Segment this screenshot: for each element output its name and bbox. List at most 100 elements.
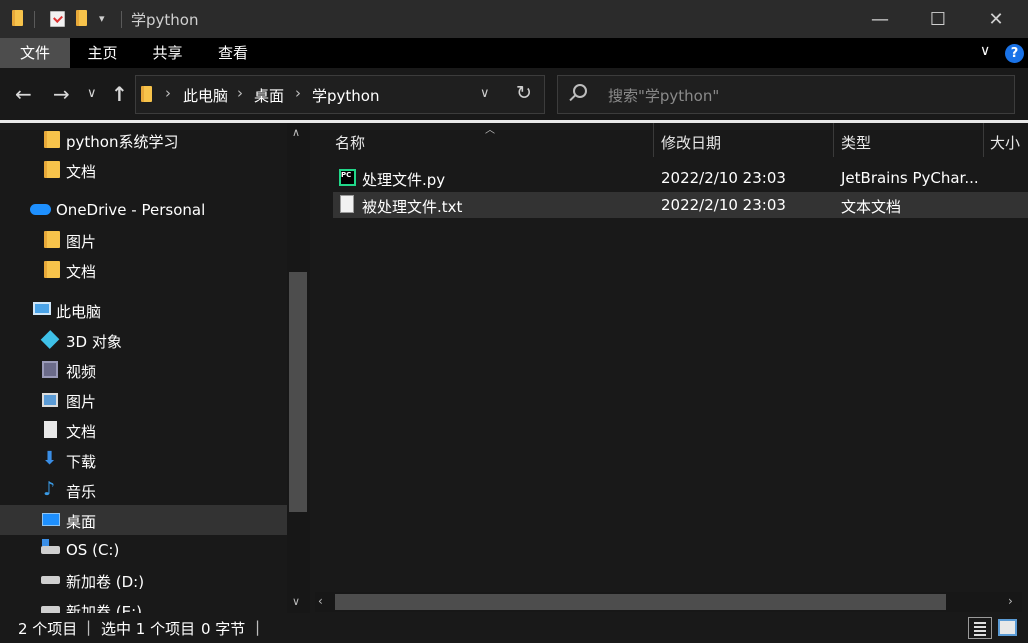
nav-item-drive-d[interactable]: 新加卷 (D:) [0,565,287,595]
large-icons-view-icon[interactable] [998,619,1017,636]
nav-label: 图片 [66,233,97,251]
nav-label: 图片 [66,393,97,411]
file-type: JetBrains PyChar... [841,169,979,187]
window-title: 学python [131,11,199,29]
refresh-icon[interactable]: ↻ [516,82,532,104]
scroll-up-icon[interactable]: ∧ [292,126,300,139]
music-icon: ♪ [43,478,56,500]
download-icon: ⬇ [42,448,58,469]
ribbon-tabs: 文件 主页 共享 查看 [0,38,1028,68]
maximize-button[interactable]: ☐ [908,0,968,38]
back-arrow-icon[interactable]: ← [15,82,32,106]
sort-indicator-icon: ︿ [485,125,495,136]
nav-item-documents[interactable]: 文档 [0,415,287,445]
folder-icon [44,261,60,278]
nav-label: 文档 [66,163,97,181]
file-modified: 2022/2/10 23:03 [661,196,786,214]
ribbon-expand-icon[interactable]: ∨ [980,43,990,59]
table-row[interactable]: PC 处理文件.py 2022/2/10 23:03 JetBrains PyC… [333,165,1028,191]
nav-item-downloads[interactable]: ⬇ 下载 [0,445,287,475]
address-dropdown-icon[interactable]: ∨ [480,86,490,101]
nav-item-onedrive[interactable]: OneDrive - Personal [0,195,287,225]
navigation-pane: python系统学习 文档 OneDrive - Personal 图片 文档 … [0,123,312,613]
breadcrumb-separator: › [295,84,301,102]
scroll-down-icon[interactable]: ∨ [292,595,300,608]
column-header-name[interactable]: 名称 [335,132,365,153]
document-icon [44,421,57,438]
nav-item-onedrive-pictures[interactable]: 图片 [0,225,287,255]
minimize-button[interactable]: — [850,0,910,38]
cloud-icon [30,204,51,215]
breadcrumb-desktop[interactable]: 桌面 [254,85,284,106]
nav-item-videos[interactable]: 视频 [0,355,287,385]
title-bar: ▾ 学python — ☐ ✕ [0,0,1028,38]
tab-file[interactable]: 文件 [0,38,70,68]
computer-icon [33,302,51,315]
nav-label: python系统学习 [66,133,179,151]
column-header-modified[interactable]: 修改日期 [661,132,721,153]
scroll-right-icon[interactable]: › [1008,594,1013,608]
nav-label: 文档 [66,263,97,281]
folder-icon [44,131,60,148]
forward-arrow-icon[interactable]: → [53,82,70,106]
nav-label: 新加卷 (E:) [66,603,143,613]
file-modified: 2022/2/10 23:03 [661,169,786,187]
breadcrumb-separator: › [237,84,243,102]
nav-label: 新加卷 (D:) [66,573,145,591]
table-row[interactable]: 被处理文件.txt 2022/2/10 23:03 文本文档 [333,192,1028,218]
recent-locations-icon[interactable]: ∨ [87,86,97,101]
nav-item-3d-objects[interactable]: 3D 对象 [0,325,287,355]
desktop-icon [42,513,60,526]
up-arrow-icon[interactable]: ↑ [111,82,128,106]
nav-scrollbar-thumb[interactable] [289,272,307,512]
folder-icon [44,161,60,178]
breadcrumb-current-folder[interactable]: 学python [312,85,379,106]
nav-label: 下载 [66,453,97,471]
nav-item-this-pc[interactable]: 此电脑 [0,295,287,325]
quick-access-dropdown-icon[interactable]: ▾ [99,12,105,25]
nav-item-drive-e[interactable]: 新加卷 (E:) [0,595,287,613]
video-icon [42,361,58,378]
search-icon [569,84,587,102]
nav-label: 文档 [66,423,97,441]
breadcrumb-separator: › [165,84,171,102]
nav-item-drive-c[interactable]: OS (C:) [0,535,287,565]
nav-item-music[interactable]: ♪ 音乐 [0,475,287,505]
nav-label: 桌面 [66,513,97,531]
status-item-count: 2 个项目 [18,620,78,638]
folder-icon [44,231,60,248]
properties-icon[interactable] [50,11,65,27]
cube-icon [40,330,60,349]
column-header-type[interactable]: 类型 [841,132,871,153]
drive-icon [41,606,60,613]
nav-label: OS (C:) [66,541,120,559]
breadcrumb-this-pc[interactable]: 此电脑 [183,85,228,106]
folder-icon [141,86,152,102]
new-folder-icon[interactable] [76,10,87,26]
pycharm-file-icon: PC [339,169,356,186]
status-size: 0 字节 [201,620,246,638]
nav-item-documents-quick[interactable]: 文档 [0,155,287,185]
details-view-icon[interactable] [968,617,992,639]
scroll-left-icon[interactable]: ‹ [318,594,323,608]
file-name: 处理文件.py [362,171,446,189]
folder-icon [12,10,23,26]
nav-item-onedrive-documents[interactable]: 文档 [0,255,287,285]
tab-home[interactable]: 主页 [70,38,135,68]
nav-item-python-learning[interactable]: python系统学习 [0,125,287,155]
nav-item-desktop[interactable]: 桌面 [0,505,287,535]
column-header-size[interactable]: 大小 [990,132,1020,153]
tab-view[interactable]: 查看 [200,38,266,68]
search-input[interactable]: 搜索"学python" [608,85,719,106]
drive-icon [41,576,60,584]
nav-item-pictures[interactable]: 图片 [0,385,287,415]
file-name: 被处理文件.txt [362,198,463,216]
close-button[interactable]: ✕ [966,0,1026,38]
tab-share[interactable]: 共享 [135,38,200,68]
text-file-icon [340,195,354,213]
help-icon[interactable]: ? [1005,44,1024,63]
nav-label: OneDrive - Personal [56,201,206,219]
horizontal-scrollbar-thumb[interactable] [335,594,946,610]
system-drive-icon [41,539,60,554]
nav-label: 音乐 [66,483,97,501]
